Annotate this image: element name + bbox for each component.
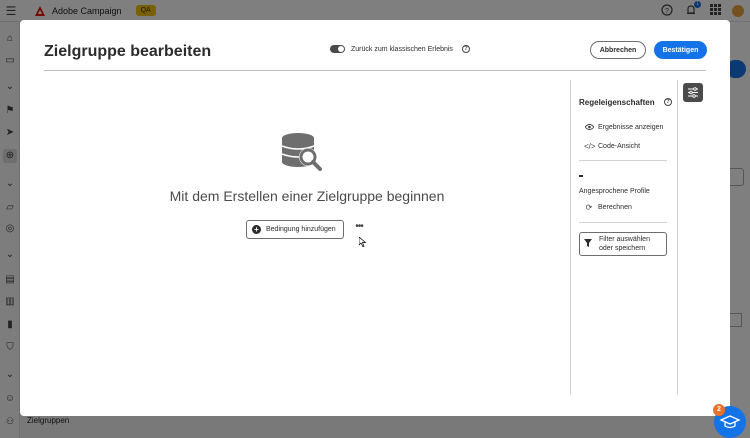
panel-separator xyxy=(579,160,667,161)
empty-state-message: Mit dem Erstellen einer Zielgruppe begin… xyxy=(169,188,445,204)
database-search-icon xyxy=(280,130,324,174)
dialog-title: Zielgruppe bearbeiten xyxy=(44,43,212,60)
classic-experience-toggle-group: Zurück zum klassischen Erlebnis ? xyxy=(330,45,470,53)
show-results-link[interactable]: Ergebnisse anzeigen xyxy=(583,123,664,132)
refresh-icon: ⟳ xyxy=(585,203,593,212)
add-condition-label: Bedingung hinzufügen xyxy=(266,226,336,233)
panel-divider xyxy=(570,80,571,395)
code-view-label: Code-Ansicht xyxy=(598,143,641,150)
classic-experience-label: Zurück zum klassischen Erlebnis xyxy=(351,45,453,53)
targeted-profiles-label: Angesprochene Profile xyxy=(579,188,650,195)
settings-sliders-icon xyxy=(688,87,698,98)
panel-divider-right xyxy=(677,80,678,395)
profiles-count-value xyxy=(579,175,583,177)
help-icon[interactable]: ? xyxy=(664,98,672,106)
rule-builder-canvas: Mit dem Erstellen einer Zielgruppe begin… xyxy=(44,80,570,416)
show-results-label: Ergebnisse anzeigen xyxy=(598,124,664,131)
filter-button-label: Filter auswählen oder speichern xyxy=(599,235,650,253)
confirm-button[interactable]: Bestätigen xyxy=(654,41,707,59)
code-icon: </> xyxy=(584,142,596,151)
add-condition-button[interactable]: + Bedingung hinzufügen xyxy=(246,220,344,239)
dialog-header: Zielgruppe bearbeiten Zurück zum klassis… xyxy=(20,20,730,70)
help-icon[interactable]: ? xyxy=(461,45,470,53)
tutorial-count-badge: 2 xyxy=(713,404,725,416)
filter-label-line2: oder speichern xyxy=(599,245,646,252)
eye-icon xyxy=(583,123,595,132)
classic-experience-toggle[interactable] xyxy=(330,45,345,53)
select-or-save-filter-button[interactable]: Filter auswählen oder speichern xyxy=(579,232,667,256)
properties-settings-button[interactable] xyxy=(683,83,703,102)
add-icon: + xyxy=(252,225,261,234)
rule-properties-title: Regeleigenschaften xyxy=(579,98,655,107)
calculate-label: Berechnen xyxy=(598,204,632,211)
filter-label-line1: Filter auswählen xyxy=(599,236,650,243)
mouse-cursor-icon xyxy=(358,234,367,248)
panel-separator xyxy=(579,222,667,223)
filter-icon xyxy=(584,239,594,249)
cancel-button[interactable]: Abbrechen xyxy=(590,41,646,59)
header-divider xyxy=(44,70,706,71)
edit-audience-dialog: Zielgruppe bearbeiten Zurück zum klassis… xyxy=(20,20,730,416)
calculate-button[interactable]: ⟳ Berechnen xyxy=(584,203,632,212)
code-view-link[interactable]: </> Code-Ansicht xyxy=(584,142,640,151)
